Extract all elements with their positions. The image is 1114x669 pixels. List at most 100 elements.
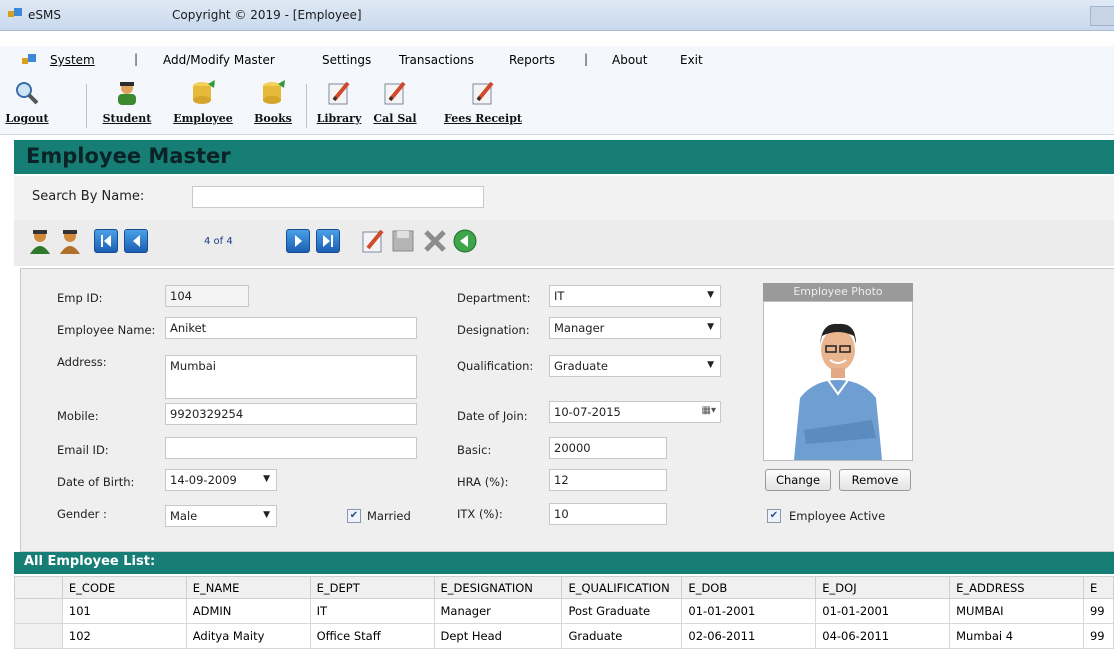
menu-settings[interactable]: Settings bbox=[322, 53, 371, 67]
menu-reports[interactable]: Reports bbox=[509, 53, 555, 67]
itx-field[interactable]: 10 bbox=[549, 503, 667, 525]
library-button[interactable]: Library bbox=[312, 80, 366, 132]
add-employee-icon[interactable] bbox=[28, 228, 52, 254]
page-title: Employee Master bbox=[26, 144, 231, 168]
table-cell[interactable]: 101 bbox=[61, 598, 187, 624]
logout-label: Logout bbox=[5, 112, 49, 125]
save-icon[interactable] bbox=[390, 228, 416, 254]
previous-record-button[interactable] bbox=[124, 229, 148, 253]
calendar-icon[interactable]: ▦▾ bbox=[702, 405, 716, 416]
student-button[interactable]: Student bbox=[94, 80, 160, 132]
pencil-doc-icon bbox=[470, 80, 496, 106]
mobile-label: Mobile: bbox=[57, 409, 99, 423]
employee-button[interactable]: Employee bbox=[166, 80, 240, 132]
table-cell[interactable]: 102 bbox=[61, 623, 187, 649]
employee-name-field[interactable]: Aniket bbox=[165, 317, 417, 339]
employee-name-label: Employee Name: bbox=[57, 323, 156, 337]
search-label: Search By Name: bbox=[32, 189, 145, 204]
table-cell[interactable]: 02-06-2011 bbox=[681, 623, 817, 649]
column-header[interactable]: E_ADDRESS bbox=[949, 576, 1084, 599]
column-header[interactable]: E_DEPT bbox=[309, 576, 435, 599]
basic-field[interactable]: 20000 bbox=[549, 437, 667, 459]
column-header[interactable]: E_QUALIFICATION bbox=[561, 576, 683, 599]
menu-add-modify-master[interactable]: Add/Modify Master bbox=[163, 53, 275, 67]
table-row[interactable]: 102 Aditya Maity Office Staff Dept Head … bbox=[14, 623, 1114, 649]
column-header[interactable]: E_DESIGNATION bbox=[433, 576, 563, 599]
first-record-button[interactable] bbox=[94, 229, 118, 253]
address-field[interactable]: Mumbai bbox=[165, 355, 417, 399]
database-icon bbox=[260, 80, 286, 106]
toolbar: Logout Student Employee Books Library Ca… bbox=[0, 74, 1114, 135]
doj-picker[interactable]: 10-07-2015 ▦▾ bbox=[549, 401, 721, 423]
column-header[interactable]: E_CODE bbox=[61, 576, 187, 599]
column-header[interactable]: E_DOB bbox=[681, 576, 817, 599]
designation-label: Designation: bbox=[457, 323, 530, 337]
back-icon[interactable] bbox=[452, 228, 478, 254]
table-cell[interactable]: Dept Head bbox=[433, 623, 563, 649]
table-cell[interactable]: MUMBAI bbox=[949, 598, 1084, 624]
student-label: Student bbox=[102, 112, 152, 125]
married-checkbox[interactable]: ✔ bbox=[347, 509, 361, 523]
email-field[interactable] bbox=[165, 437, 417, 459]
column-header[interactable]: E bbox=[1082, 576, 1114, 599]
gender-select[interactable]: Male bbox=[165, 505, 277, 527]
column-header[interactable]: E_NAME bbox=[185, 576, 311, 599]
delete-icon[interactable] bbox=[422, 228, 448, 254]
table-cell[interactable]: Aditya Maity bbox=[185, 623, 311, 649]
address-label: Address: bbox=[57, 355, 107, 369]
table-cell[interactable]: IT bbox=[309, 598, 435, 624]
remove-photo-button[interactable]: Remove bbox=[839, 469, 911, 491]
mobile-field[interactable]: 9920329254 bbox=[165, 403, 417, 425]
next-record-button[interactable] bbox=[286, 229, 310, 253]
table-cell[interactable]: 01-01-2001 bbox=[681, 598, 817, 624]
dob-picker[interactable]: 14-09-2009 bbox=[165, 469, 277, 491]
employee-active-checkbox[interactable]: ✔ bbox=[767, 509, 781, 523]
column-header[interactable]: E_DOJ bbox=[815, 576, 951, 599]
menu-system[interactable]: System bbox=[50, 53, 95, 67]
cal-sal-button[interactable]: Cal Sal bbox=[368, 80, 422, 132]
row-header-corner bbox=[14, 576, 63, 599]
designation-select[interactable]: Manager bbox=[549, 317, 721, 339]
table-cell[interactable]: Post Graduate bbox=[561, 598, 683, 624]
row-header[interactable] bbox=[14, 623, 63, 649]
pencil-doc-icon bbox=[382, 80, 408, 106]
fees-receipt-button[interactable]: Fees Receipt bbox=[428, 80, 538, 132]
search-panel: Search By Name: bbox=[14, 176, 1114, 220]
magnifier-icon bbox=[14, 80, 40, 106]
books-button[interactable]: Books bbox=[246, 80, 300, 132]
table-cell[interactable]: 99 bbox=[1082, 598, 1114, 624]
qualification-select[interactable]: Graduate bbox=[549, 355, 721, 377]
table-row[interactable]: 101 ADMIN IT Manager Post Graduate 01-01… bbox=[14, 598, 1114, 624]
table-cell[interactable]: Office Staff bbox=[309, 623, 435, 649]
hra-field[interactable]: 12 bbox=[549, 469, 667, 491]
table-cell[interactable]: 04-06-2011 bbox=[815, 623, 951, 649]
menu-exit[interactable]: Exit bbox=[680, 53, 703, 67]
table-cell[interactable]: ADMIN bbox=[185, 598, 311, 624]
edit-employee-icon[interactable] bbox=[58, 228, 82, 254]
last-record-button[interactable] bbox=[316, 229, 340, 253]
menu-about[interactable]: About bbox=[612, 53, 647, 67]
edit-icon[interactable] bbox=[360, 228, 386, 254]
page-header: Employee Master bbox=[14, 140, 1114, 174]
table-cell[interactable]: Mumbai 4 bbox=[949, 623, 1084, 649]
gender-label: Gender : bbox=[57, 507, 107, 521]
department-select[interactable]: IT bbox=[549, 285, 721, 307]
emp-id-field[interactable]: 104 bbox=[165, 285, 249, 307]
logout-button[interactable]: Logout bbox=[4, 80, 50, 132]
employee-form: Emp ID: 104 Employee Name: Aniket Addres… bbox=[20, 268, 1114, 552]
row-header[interactable] bbox=[14, 598, 63, 624]
table-cell[interactable]: 99 bbox=[1082, 623, 1114, 649]
search-input[interactable] bbox=[192, 186, 484, 208]
window-control-button[interactable] bbox=[1090, 6, 1114, 26]
window-titlebar: eSMS Copyright © 2019 - [Employee] bbox=[0, 0, 1114, 31]
table-cell[interactable]: Manager bbox=[433, 598, 563, 624]
doj-value: 10-07-2015 bbox=[554, 405, 621, 419]
table-cell[interactable]: 01-01-2001 bbox=[815, 598, 951, 624]
hra-label: HRA (%): bbox=[457, 475, 509, 489]
menu-transactions[interactable]: Transactions bbox=[399, 53, 474, 67]
cal-sal-label: Cal Sal bbox=[373, 112, 417, 125]
employee-list-header: All Employee List: bbox=[14, 552, 1114, 574]
table-cell[interactable]: Graduate bbox=[561, 623, 683, 649]
change-photo-button[interactable]: Change bbox=[765, 469, 831, 491]
app-name: eSMS bbox=[28, 8, 61, 22]
